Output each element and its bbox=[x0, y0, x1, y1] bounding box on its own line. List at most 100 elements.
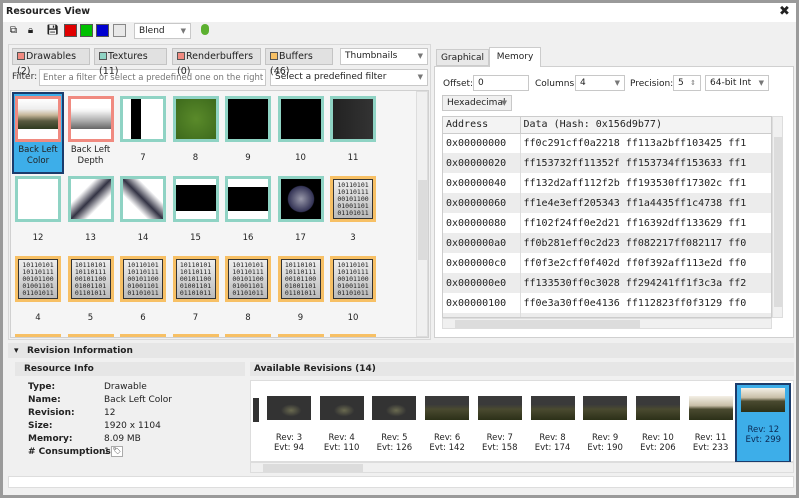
revision-item[interactable]: Rev: 3 Evt: 94 bbox=[263, 396, 315, 453]
revision-item[interactable]: Rev: 9 Evt: 190 bbox=[579, 396, 631, 453]
blend-select[interactable]: Blend ▼ bbox=[134, 23, 191, 39]
data-type-select[interactable]: 64-bit Int ▼ bbox=[705, 75, 769, 91]
table-row[interactable]: 0x00000080 ff102f24ff0e2d21 ff16392dff133… bbox=[443, 213, 771, 233]
address-cell: 0x00000080 bbox=[443, 213, 521, 233]
resource-thumbnail[interactable]: 14 bbox=[119, 174, 167, 252]
resource-thumbnail[interactable]: Back Left Color bbox=[12, 92, 64, 174]
table-row[interactable]: 0x00000020 ff153732ff11352f ff153734ff153… bbox=[443, 153, 771, 173]
filter-button-3[interactable]: Buffers (46) bbox=[265, 48, 333, 77]
table-row[interactable]: 0x00000000 ff0c291cff0a2218 ff113a2bff103… bbox=[443, 133, 771, 153]
resource-thumbnail[interactable]: 8 bbox=[172, 94, 220, 172]
collapse-icon[interactable]: ▾ bbox=[14, 346, 19, 356]
resource-thumbnail-partial[interactable] bbox=[172, 334, 219, 337]
resource-thumbnail[interactable]: 13 bbox=[67, 174, 115, 252]
memory-hscrollbar[interactable] bbox=[442, 318, 772, 329]
resource-thumbnail[interactable]: 10110101 10110111 00101100 01001101 01101011… bbox=[67, 254, 115, 332]
filter-input[interactable] bbox=[39, 69, 266, 86]
close-icon[interactable]: ✖ bbox=[779, 4, 790, 19]
texture-thumbnail-image bbox=[175, 179, 216, 219]
table-row[interactable]: 0x00000040 ff132d2aff112f2b ff193530ff173… bbox=[443, 173, 771, 193]
revision-item[interactable]: Rev: 6 Evt: 142 bbox=[421, 396, 473, 453]
table-row[interactable]: 0x000000c0 ff0f3e2cff0f402d ff0f392aff113… bbox=[443, 253, 771, 273]
resource-thumbnail[interactable]: 11 bbox=[329, 94, 377, 172]
table-row[interactable]: 0x00000060 ff1e4e3eff205343 ff1a4435ff1c4… bbox=[443, 193, 771, 213]
filter-button-0[interactable]: Drawables (2) bbox=[12, 48, 90, 77]
resource-thumbnail[interactable]: 10110101 10110111 00101100 01001101 01101011… bbox=[172, 254, 220, 332]
tag-icon[interactable]: 🏷︎ bbox=[111, 446, 123, 457]
predefined-filter-select[interactable]: Select a predefined filter ▼ bbox=[270, 69, 428, 86]
resource-thumbnail[interactable]: 10110101 10110111 00101100 01001101 01101011… bbox=[119, 254, 167, 332]
resource-thumbnail-partial[interactable] bbox=[15, 334, 61, 337]
gem-icon[interactable] bbox=[201, 24, 209, 35]
resource-thumbnail[interactable]: 7 bbox=[119, 94, 167, 172]
revision-item[interactable]: Rev: 12 Evt: 299 bbox=[735, 383, 792, 463]
resource-thumbnail[interactable]: 10110101 10110111 00101100 01001101 01101011… bbox=[277, 254, 325, 332]
bottom-hscrollbar[interactable] bbox=[8, 476, 794, 488]
blue-channel-toggle[interactable] bbox=[96, 24, 109, 37]
resource-thumbnail[interactable]: Back Left Depth bbox=[67, 94, 115, 172]
grid-scrollbar[interactable] bbox=[416, 91, 428, 337]
red-channel-toggle[interactable] bbox=[64, 24, 77, 37]
address-cell: 0x00000040 bbox=[443, 173, 521, 193]
revisions-hscrollbar[interactable] bbox=[250, 462, 794, 473]
resource-thumbnail[interactable]: 10110101 10110111 00101100 01001101 01101011… bbox=[329, 254, 377, 332]
offset-input[interactable]: 0 bbox=[473, 75, 529, 91]
filter-button-1[interactable]: Textures (11) bbox=[94, 48, 167, 77]
predefined-filter-value: Select a predefined filter bbox=[275, 72, 387, 82]
revision-item[interactable]: Rev: 11 Evt: 233 bbox=[685, 396, 737, 453]
resource-thumbnail-partial[interactable] bbox=[330, 334, 376, 337]
alpha-channel-toggle[interactable] bbox=[113, 24, 126, 37]
resource-thumbnail-partial[interactable] bbox=[120, 334, 166, 337]
resource-thumbnail[interactable]: 9 bbox=[224, 94, 272, 172]
scrollbar-thumb[interactable] bbox=[263, 464, 363, 472]
resource-thumbnail-partial[interactable] bbox=[67, 334, 114, 337]
resource-thumbnail[interactable]: 16 bbox=[224, 174, 272, 252]
format-select[interactable]: Hexadecimal ▼ bbox=[442, 95, 512, 111]
resource-thumbnail[interactable]: 10110101 10110111 00101100 01001101 01101011… bbox=[224, 254, 272, 332]
resource-thumbnail[interactable]: 10 bbox=[277, 94, 325, 172]
texture-thumbnail-image bbox=[333, 99, 373, 139]
memory-vscrollbar[interactable] bbox=[772, 116, 783, 318]
precision-spinner[interactable]: 5 ⇕ bbox=[673, 75, 701, 91]
revision-item[interactable]: Rev: 10 Evt: 206 bbox=[632, 396, 684, 453]
revision-item[interactable]: Rev: 8 Evt: 174 bbox=[527, 396, 579, 453]
table-row[interactable]: 0x000000a0 ff0b281eff0c2d23 ff082217ff082… bbox=[443, 233, 771, 253]
texture-thumbnail-image bbox=[228, 179, 268, 219]
resource-thumbnail[interactable]: 17 bbox=[277, 174, 325, 252]
revision-thumbnail bbox=[530, 396, 575, 420]
lock-icon[interactable]: 🔒︎ bbox=[23, 22, 38, 39]
revision-item[interactable]: Rev: 7 Evt: 158 bbox=[474, 396, 526, 453]
color-swatch-icon bbox=[177, 52, 185, 60]
undock-icon[interactable]: ⧉ bbox=[6, 22, 21, 39]
data-cell: ff0e3a30ff0e4136 ff112823ff0f3129 ff0 bbox=[520, 293, 771, 313]
tab-graphical[interactable]: Graphical bbox=[436, 49, 489, 66]
filter-button-2[interactable]: Renderbuffers (0) bbox=[172, 48, 261, 77]
spinner-arrows-icon[interactable]: ⇕ bbox=[690, 76, 696, 90]
address-cell: 0x00000100 bbox=[443, 293, 521, 313]
tab-memory[interactable]: Memory bbox=[489, 47, 541, 67]
revision-number: Rev: 4 bbox=[328, 433, 355, 443]
view-mode-select[interactable]: Thumbnails ▼ bbox=[340, 48, 428, 65]
resource-thumbnail-partial[interactable] bbox=[277, 334, 324, 337]
resource-thumbnail[interactable]: 12 bbox=[14, 174, 62, 252]
resource-thumbnail[interactable]: 10110101 10110111 00101100 01001101 01101011… bbox=[329, 174, 377, 252]
save-icon[interactable]: 💾︎ bbox=[45, 22, 60, 39]
info-key: Type: bbox=[28, 382, 56, 392]
revision-item[interactable]: Rev: 4 Evt: 110 bbox=[316, 396, 368, 453]
column-header-address[interactable]: Address bbox=[443, 117, 521, 134]
green-channel-toggle[interactable] bbox=[80, 24, 93, 37]
resource-thumbnail-partial[interactable] bbox=[225, 334, 271, 337]
resource-label: 14 bbox=[137, 233, 149, 243]
scrollbar-thumb[interactable] bbox=[455, 320, 640, 328]
table-row[interactable]: 0x00000100 ff0e3a30ff0e4136 ff112823ff0f3… bbox=[443, 293, 771, 313]
revision-item[interactable]: Rev: 5 Evt: 126 bbox=[368, 396, 420, 453]
texture-thumbnail-image bbox=[123, 179, 163, 219]
scrollbar-thumb[interactable] bbox=[418, 180, 427, 260]
column-header-data[interactable]: Data (Hash: 0x156d9b77) bbox=[520, 117, 771, 134]
resource-thumbnail[interactable]: 10110101 10110111 00101100 01001101 01101011… bbox=[14, 254, 62, 332]
scrollbar-thumb[interactable] bbox=[774, 137, 782, 307]
resource-thumbnail[interactable]: 15 bbox=[172, 174, 220, 252]
columns-select[interactable]: 4 ▼ bbox=[575, 75, 625, 91]
table-row[interactable]: 0x000000e0 ff133530ff0c3028 ff294241ff1f3… bbox=[443, 273, 771, 293]
revision-event: Evt: 190 bbox=[587, 443, 623, 453]
